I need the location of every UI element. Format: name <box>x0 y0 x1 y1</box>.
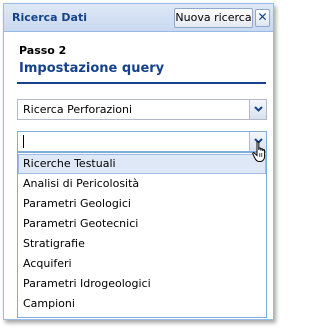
search-type-value: Ricerca Perforazioni <box>23 103 133 116</box>
search-type-trigger[interactable] <box>249 100 266 119</box>
panel-header: Ricerca Dati Nuova ricerca ✕ <box>4 4 273 32</box>
query-combo[interactable] <box>17 131 267 152</box>
search-type-combo[interactable]: Ricerca Perforazioni <box>17 99 267 120</box>
panel-title: Ricerca Dati <box>12 11 88 24</box>
new-search-button[interactable]: Nuova ricerca <box>174 8 253 28</box>
text-caret <box>23 135 24 148</box>
hand-cursor-icon <box>252 141 266 162</box>
list-item[interactable]: Parametri Geotecnici <box>18 214 266 234</box>
list-item[interactable]: Campioni <box>18 294 266 314</box>
query-dropdown-list: Ricerche Testuali Analisi di Pericolosit… <box>17 152 267 318</box>
list-item[interactable]: Acquiferi <box>18 254 266 274</box>
chevron-down-icon <box>254 106 263 112</box>
close-icon: ✕ <box>257 10 268 24</box>
close-button[interactable]: ✕ <box>255 9 270 27</box>
divider <box>17 82 266 84</box>
step-title: Impostazione query <box>19 61 165 76</box>
list-item[interactable]: Analisi di Pericolosità <box>18 174 266 194</box>
list-item[interactable]: Parametri Geologici <box>18 194 266 214</box>
step-label: Passo 2 <box>19 44 67 57</box>
list-item[interactable]: Ricerche Testuali <box>18 154 266 174</box>
list-item[interactable]: Parametri Idrogeologici <box>18 274 266 294</box>
list-item[interactable]: Stratigrafie <box>18 234 266 254</box>
search-panel: Ricerca Dati Nuova ricerca ✕ Passo 2 Imp… <box>3 3 274 320</box>
